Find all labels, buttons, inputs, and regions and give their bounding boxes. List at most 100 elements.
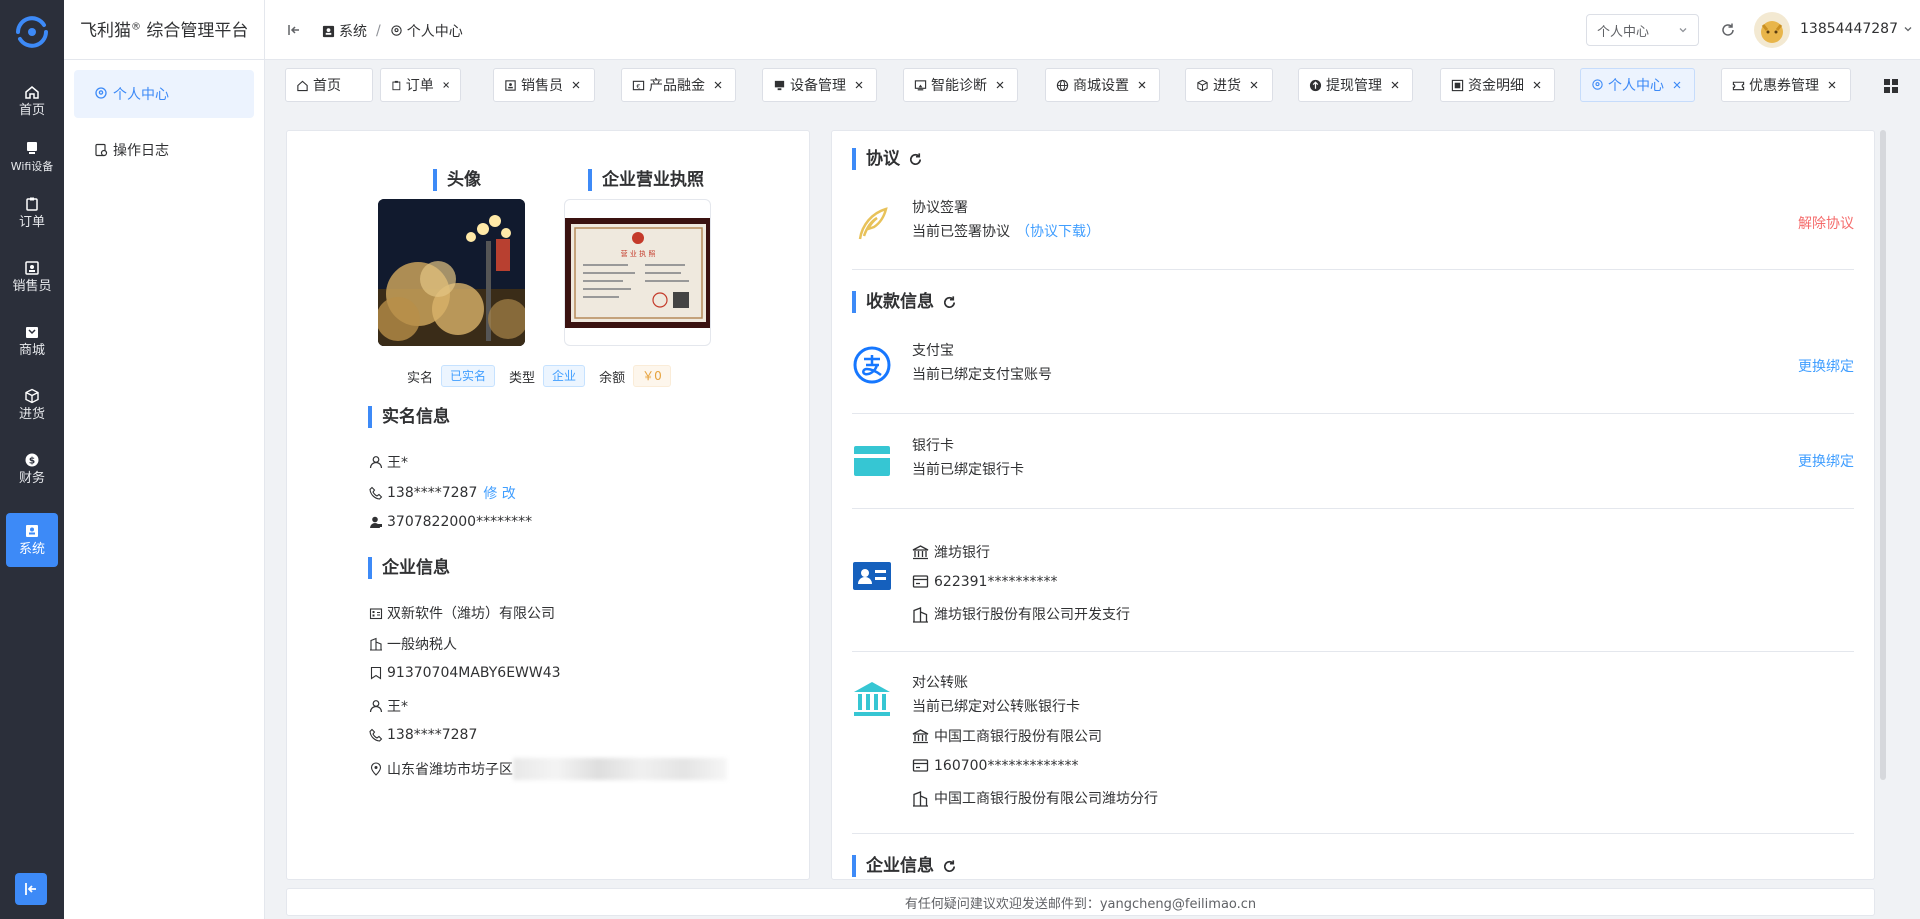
tab-device-management[interactable]: 设备管理 xyxy=(762,68,877,102)
refresh-icon[interactable] xyxy=(908,152,923,167)
nav-item-label: 进货 xyxy=(18,406,45,422)
clipboard-icon xyxy=(392,80,401,90)
credit-code-row: 91370704MABY6EWW43 xyxy=(369,665,561,681)
nav-item-label: 商城 xyxy=(18,342,45,358)
tab-orders[interactable]: 订单 xyxy=(380,68,461,102)
close-icon[interactable] xyxy=(1672,80,1682,90)
nav-rail: 首页 Wifi设备 订单 销售员 商城 进货 $ 财务 系统 xyxy=(0,0,64,919)
cancel-agreement-link[interactable]: 解除协议 xyxy=(1798,213,1854,233)
close-icon[interactable] xyxy=(995,80,1005,90)
breadcrumb-separator: / xyxy=(376,23,381,39)
svg-text:€: € xyxy=(636,82,640,90)
credit-code: 91370704MABY6EWW43 xyxy=(387,665,561,681)
bank-card-info: 银行卡 当前已绑定银行卡 xyxy=(912,434,1024,482)
nav-item-label: 系统 xyxy=(18,541,45,557)
nav-item-system[interactable]: 系统 xyxy=(6,513,58,567)
card-icon xyxy=(912,759,929,772)
username-dropdown[interactable]: 13854447287 xyxy=(1800,21,1913,37)
close-icon[interactable] xyxy=(1137,80,1147,90)
edit-phone-link[interactable]: 修 改 xyxy=(483,483,515,503)
nav-item-orders[interactable]: 订单 xyxy=(6,186,58,240)
grid-menu-icon[interactable] xyxy=(1883,78,1899,94)
tab-product-finance[interactable]: € 产品融金 xyxy=(621,68,736,102)
close-icon[interactable] xyxy=(1532,80,1542,90)
corporate-number-row: 160700************* xyxy=(912,757,1078,774)
corporate-branch-row: 中国工商银行股份有限公司潍坊分行 xyxy=(912,788,1158,808)
corporate-transfer-name: 对公转账 xyxy=(912,675,968,691)
tab-purchase[interactable]: 进货 xyxy=(1185,68,1273,102)
user-icon xyxy=(369,700,383,713)
user-avatar[interactable] xyxy=(1754,12,1790,48)
tab-home[interactable]: 首页 xyxy=(285,68,373,102)
nav-item-wifi-devices[interactable]: Wifi设备 xyxy=(6,130,58,184)
company-section-title: 企业信息 xyxy=(368,557,450,579)
bank-detail-name: 潍坊银行 xyxy=(934,545,990,561)
nav-item-finance[interactable]: $ 财务 xyxy=(6,442,58,496)
bank-icon xyxy=(912,728,929,743)
rebind-alipay-link[interactable]: 更换绑定 xyxy=(1798,356,1854,376)
close-icon[interactable] xyxy=(1827,80,1837,90)
page-select[interactable]: 个人中心 xyxy=(1586,14,1699,46)
clipboard-icon xyxy=(26,197,38,211)
tab-withdrawal-management[interactable]: 提现管理 xyxy=(1298,68,1413,102)
nav-item-label: 销售员 xyxy=(12,278,52,294)
refresh-icon[interactable] xyxy=(942,859,957,874)
tab-shop-settings[interactable]: 商城设置 xyxy=(1045,68,1160,102)
close-icon[interactable] xyxy=(571,80,581,90)
nav-item-purchase[interactable]: 进货 xyxy=(6,378,58,432)
tab-fund-details[interactable]: 资金明细 xyxy=(1440,68,1555,102)
refresh-icon[interactable] xyxy=(942,295,957,310)
tab-smart-diagnosis[interactable]: 智能诊断 xyxy=(903,68,1018,102)
monitor-icon xyxy=(774,80,785,90)
scrollbar[interactable] xyxy=(1880,130,1886,880)
sub-sidebar: 个人中心 操作日志 xyxy=(64,60,265,919)
svg-text:$: $ xyxy=(29,456,35,466)
bank-detail-name-row: 潍坊银行 xyxy=(912,542,990,562)
tab-coupon-management[interactable]: 优惠券管理 xyxy=(1721,68,1851,102)
license-document-photo: 营 业 执 照 xyxy=(565,218,710,328)
divider xyxy=(852,413,1854,414)
company-info-section-title: 企业信息 xyxy=(852,855,957,877)
avatar-photo[interactable] xyxy=(378,199,525,346)
breadcrumb-item[interactable]: 系统 xyxy=(339,21,367,41)
close-icon[interactable] xyxy=(1390,80,1400,90)
sub-item-operation-log[interactable]: 操作日志 xyxy=(74,126,254,174)
corporate-bank-icon xyxy=(854,682,890,716)
realname-section-title: 实名信息 xyxy=(368,406,450,428)
system-icon xyxy=(322,25,335,37)
alipay-status: 当前已绑定支付宝账号 xyxy=(912,367,1052,383)
nav-item-shop[interactable]: 商城 xyxy=(6,314,58,368)
contact-name-row: 王* xyxy=(369,696,408,716)
rail-collapse-button[interactable] xyxy=(15,873,47,905)
building-icon xyxy=(913,606,928,623)
shop-icon xyxy=(26,326,38,338)
account-type-badge: 企业 xyxy=(543,365,586,387)
agreement-download-link[interactable]: （协议下载） xyxy=(1016,224,1100,240)
rebind-bank-card-link[interactable]: 更换绑定 xyxy=(1798,451,1854,471)
brand-title: 飞利猫® 综合管理平台 xyxy=(80,21,249,41)
money-icon: $ xyxy=(25,453,39,466)
close-icon[interactable] xyxy=(713,80,723,90)
corporate-account-number: 160700************* xyxy=(934,757,1079,774)
box-icon xyxy=(1197,79,1208,91)
nav-item-home[interactable]: 首页 xyxy=(6,74,58,128)
sidebar-toggle-icon[interactable] xyxy=(286,22,302,38)
coupon-icon xyxy=(1732,81,1745,90)
refresh-icon[interactable] xyxy=(1720,22,1736,38)
close-icon[interactable] xyxy=(854,80,864,90)
agreement-info: 协议签署 当前已签署协议 （协议下载） xyxy=(912,196,1100,244)
tab-salespersons[interactable]: 销售员 xyxy=(493,68,595,102)
nav-item-salespersons[interactable]: 销售员 xyxy=(6,250,58,304)
business-license-photo[interactable]: 营 业 执 照 xyxy=(564,199,711,346)
close-icon[interactable] xyxy=(442,80,450,90)
corporate-bank-row: 中国工商银行股份有限公司 xyxy=(912,726,1102,746)
cat-avatar-icon xyxy=(1761,21,1783,43)
sub-item-personal-center[interactable]: 个人中心 xyxy=(74,70,254,118)
close-icon[interactable] xyxy=(1249,80,1259,90)
tab-personal-center[interactable]: 个人中心 xyxy=(1580,68,1695,102)
user-id-icon xyxy=(370,516,382,528)
username-text: 13854447287 xyxy=(1800,21,1898,37)
type-label: 类型 xyxy=(509,370,536,386)
account-settings-panel: 协议 协议签署 当前已签署协议 （协议下载） 解除协议 收款信息 支付宝 当前已绑… xyxy=(831,130,1875,880)
app-logo-icon xyxy=(16,16,48,48)
